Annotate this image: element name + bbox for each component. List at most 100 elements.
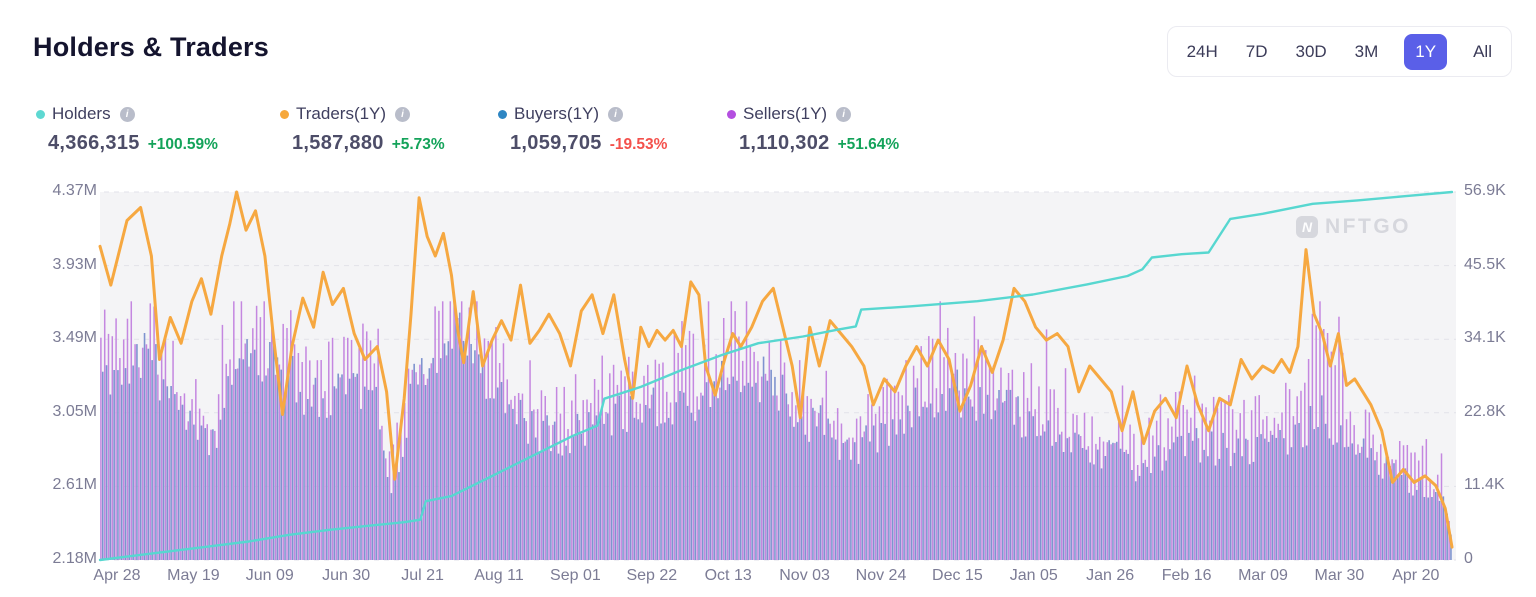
- sellers-bar: [726, 377, 729, 560]
- sellers-bar: [916, 378, 919, 560]
- buyers-bar: [1355, 454, 1357, 560]
- sellers-bar: [1304, 382, 1306, 560]
- sellers-bar: [1114, 443, 1116, 560]
- buyers-bar: [515, 424, 518, 560]
- buyers-bar: [869, 441, 871, 560]
- buyers-bar: [1100, 468, 1103, 560]
- sellers-bar: [438, 310, 440, 560]
- sellers-bar: [252, 328, 254, 560]
- buyers-bar: [424, 385, 427, 560]
- sellers-bar: [810, 398, 812, 560]
- buyers-bar: [614, 403, 617, 560]
- sellers-bar: [981, 345, 983, 560]
- buyers-bar: [128, 383, 131, 560]
- buyers-bar: [914, 387, 917, 560]
- sellers-bar: [874, 413, 877, 560]
- buyers-bar: [952, 373, 955, 560]
- sellers-bar: [1398, 441, 1401, 560]
- sellers-bar: [1250, 410, 1253, 560]
- buyers-bar: [523, 418, 526, 560]
- sellers-bar: [529, 360, 531, 560]
- sellers-bar: [274, 374, 277, 560]
- sellers-bar: [540, 390, 543, 560]
- sellers-bar: [107, 333, 110, 560]
- buyers-bar: [193, 424, 195, 560]
- sellers-bar: [1383, 463, 1386, 560]
- sellers-bar: [757, 361, 759, 560]
- sellers-bar: [434, 306, 436, 560]
- buyers-bar: [918, 416, 921, 560]
- buyers-bar: [1366, 457, 1369, 560]
- y-axis-right-tick: 56.9K: [1464, 182, 1506, 199]
- buyers-bar: [1165, 460, 1167, 560]
- sellers-bar: [229, 359, 231, 560]
- buyers-bar: [671, 424, 674, 560]
- sellers-bar: [666, 391, 668, 560]
- buyers-bar: [219, 419, 222, 560]
- sellers-bar: [802, 386, 805, 560]
- buyers-bar: [352, 373, 355, 560]
- sellers-bar: [138, 367, 140, 560]
- buyers-bar: [231, 384, 233, 560]
- buyers-bar: [136, 344, 138, 560]
- buyers-bar: [477, 354, 480, 560]
- buyers-bar: [155, 344, 157, 560]
- y-axis-left-tick: 2.18M: [52, 550, 97, 567]
- sellers-bar: [1064, 368, 1067, 560]
- buyers-bar: [633, 417, 636, 560]
- sellers-bar: [187, 421, 189, 560]
- buyers-bar: [117, 370, 119, 560]
- buyers-bar: [493, 398, 495, 560]
- buyers-bar: [1427, 497, 1429, 560]
- chart-area[interactable]: 4.37M 3.93M 3.49M 3.05M 2.61M 2.18M 56.9K 45.5K…: [0, 0, 1536, 597]
- sellers-bar: [958, 390, 960, 560]
- buyers-bar: [299, 391, 302, 560]
- sellers-bar: [871, 404, 873, 560]
- buyers-bar: [124, 368, 127, 560]
- sellers-bar: [624, 376, 626, 560]
- sellers-bar: [1186, 409, 1188, 560]
- sellers-bar: [316, 360, 319, 560]
- buyers-bar: [891, 419, 894, 560]
- sellers-bar: [992, 365, 995, 560]
- sellers-bar: [650, 394, 653, 560]
- sellers-bar: [1057, 407, 1059, 560]
- buyers-bar: [747, 382, 750, 560]
- buyers-bar: [971, 406, 974, 560]
- sellers-bar: [1015, 397, 1017, 560]
- buyers-bar: [812, 407, 814, 560]
- sellers-bar: [328, 341, 330, 560]
- buyers-bar: [113, 370, 115, 560]
- sellers-bar: [198, 408, 201, 560]
- buyers-bar: [1298, 423, 1300, 560]
- buyers-bar: [1066, 438, 1069, 560]
- buyers-bar: [1256, 437, 1259, 560]
- buyers-bar: [569, 453, 571, 560]
- buyers-bar: [1309, 406, 1312, 560]
- sellers-bar: [536, 409, 539, 560]
- sellers-bar: [1167, 418, 1169, 560]
- sellers-bar: [1319, 301, 1321, 560]
- sellers-bar: [798, 360, 801, 560]
- sellers-bar: [753, 351, 755, 560]
- sellers-bar: [126, 318, 129, 560]
- sellers-bar: [593, 379, 596, 560]
- buyers-bar: [967, 396, 970, 560]
- x-axis-tick: Mar 30: [1314, 567, 1365, 584]
- buyers-bar: [1142, 463, 1145, 560]
- buyers-bar: [1279, 430, 1281, 560]
- x-axis-tick: Sep 01: [550, 567, 601, 584]
- y-axis-right-tick: 0: [1464, 550, 1473, 567]
- x-axis-tick: Jun 30: [322, 567, 371, 584]
- sellers-bar: [1349, 411, 1352, 560]
- buyers-bar: [1104, 456, 1107, 560]
- y-axis-left-tick: 3.49M: [52, 329, 97, 347]
- sellers-bar: [445, 355, 448, 560]
- sellers-bar: [1117, 422, 1120, 560]
- chart-canvas[interactable]: [0, 0, 1536, 597]
- sellers-bar: [901, 395, 903, 560]
- y-axis-right-tick: 11.4K: [1464, 476, 1505, 494]
- buyers-bar: [1226, 447, 1228, 560]
- sellers-bar: [578, 420, 581, 560]
- sellers-bar: [935, 388, 938, 560]
